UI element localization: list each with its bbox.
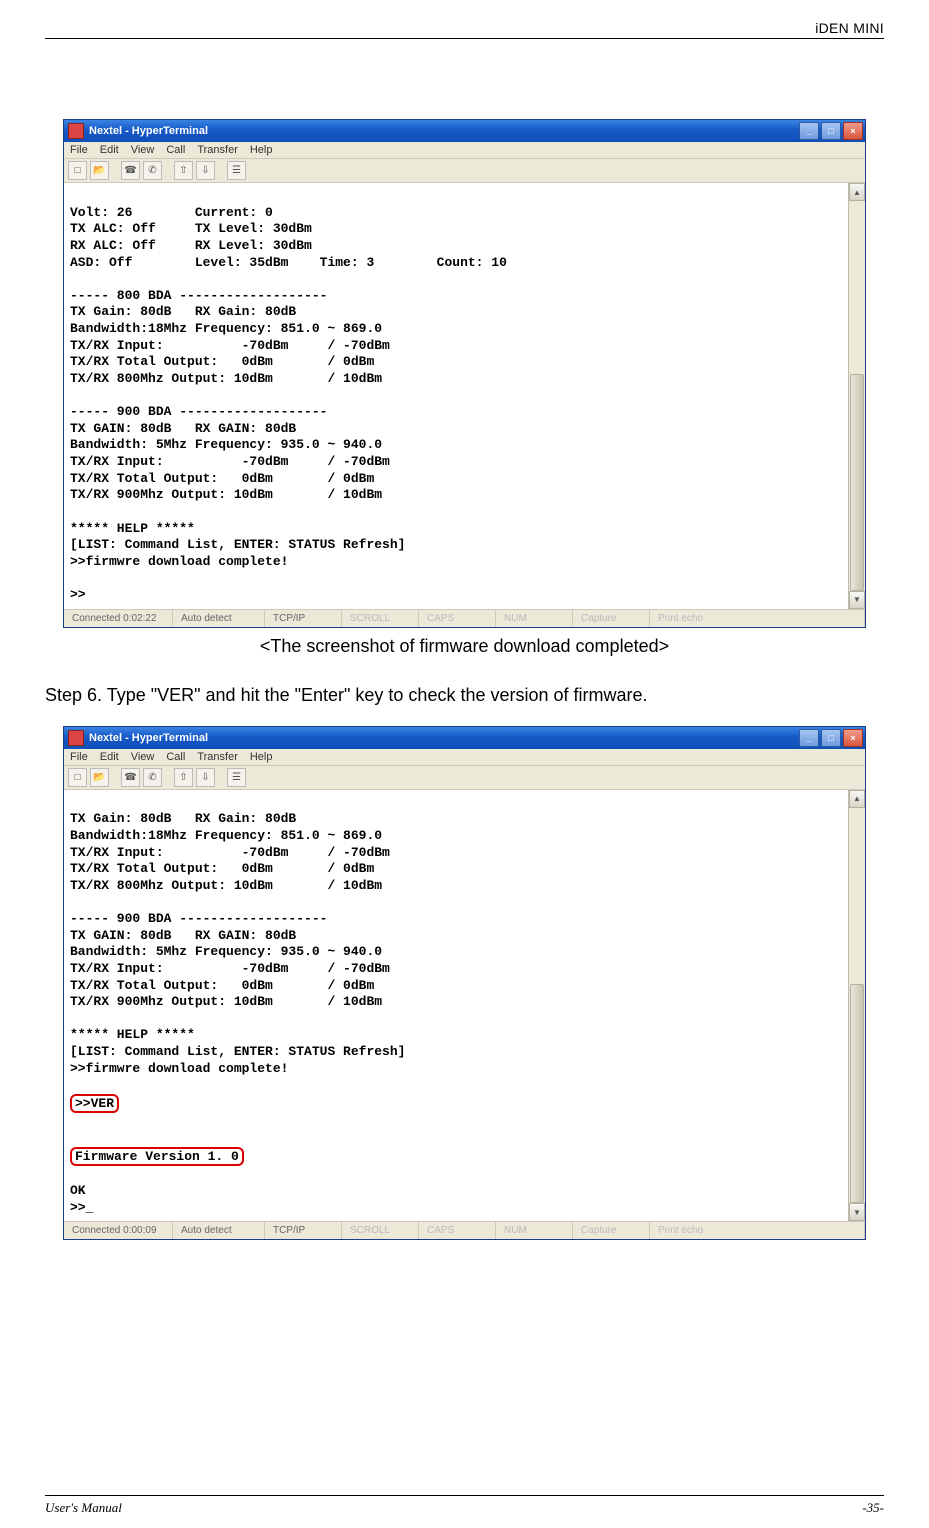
- menu-edit[interactable]: Edit: [100, 751, 119, 763]
- connect-icon[interactable]: ☎: [121, 161, 140, 180]
- status-caps: CAPS: [419, 610, 496, 627]
- hyperterminal-window-1: Nextel - HyperTerminal _ □ × File Edit V…: [63, 119, 866, 628]
- app-icon: [68, 123, 84, 139]
- connect-icon[interactable]: ☎: [121, 768, 140, 787]
- menu-file[interactable]: File: [70, 144, 88, 156]
- send-icon[interactable]: ⇧: [174, 768, 193, 787]
- receive-icon[interactable]: ⇩: [196, 161, 215, 180]
- menu-view[interactable]: View: [131, 751, 155, 763]
- status-num: NUM: [496, 610, 573, 627]
- status-autodetect: Auto detect: [173, 1222, 265, 1239]
- product-name: iDEN MINI: [815, 20, 884, 36]
- terminal-body: TX Gain: 80dB RX Gain: 80dB Bandwidth:18…: [64, 790, 865, 1222]
- new-icon[interactable]: □: [68, 161, 87, 180]
- close-button[interactable]: ×: [843, 729, 863, 747]
- page: iDEN MINI Nextel - HyperTerminal _ □ × F…: [0, 0, 929, 1528]
- status-printecho: Print echo: [650, 610, 865, 627]
- menu-file[interactable]: File: [70, 751, 88, 763]
- minimize-button[interactable]: _: [799, 122, 819, 140]
- status-capture: Capture: [573, 1222, 650, 1239]
- status-num: NUM: [496, 1222, 573, 1239]
- terminal-body: Volt: 26 Current: 0 TX ALC: Off TX Level…: [64, 183, 865, 609]
- window-buttons: _ □ ×: [799, 122, 865, 140]
- disconnect-icon[interactable]: ✆: [143, 768, 162, 787]
- firmware-version-highlight: Firmware Version 1. 0: [70, 1147, 244, 1167]
- title-bar[interactable]: Nextel - HyperTerminal _ □ ×: [64, 727, 865, 749]
- status-protocol: TCP/IP: [265, 1222, 342, 1239]
- scroll-thumb[interactable]: [850, 984, 864, 1204]
- status-caps: CAPS: [419, 1222, 496, 1239]
- send-icon[interactable]: ⇧: [174, 161, 193, 180]
- toolbar: □ 📂 ☎ ✆ ⇧ ⇩ ☰: [64, 159, 865, 183]
- toolbar: □ 📂 ☎ ✆ ⇧ ⇩ ☰: [64, 766, 865, 790]
- menu-help[interactable]: Help: [250, 751, 273, 763]
- status-connected: Connected 0:00:09: [64, 1222, 173, 1239]
- disconnect-icon[interactable]: ✆: [143, 161, 162, 180]
- menu-view[interactable]: View: [131, 144, 155, 156]
- terminal-text-pre: TX Gain: 80dB RX Gain: 80dB Bandwidth:18…: [70, 811, 405, 1075]
- status-printecho: Print echo: [650, 1222, 865, 1239]
- menu-call[interactable]: Call: [166, 751, 185, 763]
- vertical-scrollbar[interactable]: ▲ ▼: [848, 790, 865, 1222]
- ver-command-highlight: >>VER: [70, 1094, 119, 1114]
- scroll-track[interactable]: [849, 808, 865, 1204]
- scroll-track[interactable]: [849, 201, 865, 591]
- window-title: Nextel - HyperTerminal: [89, 732, 799, 744]
- status-scroll: SCROLL: [342, 1222, 419, 1239]
- minimize-button[interactable]: _: [799, 729, 819, 747]
- menu-edit[interactable]: Edit: [100, 144, 119, 156]
- footer-right: -35-: [862, 1500, 884, 1516]
- menu-call[interactable]: Call: [166, 144, 185, 156]
- close-button[interactable]: ×: [843, 122, 863, 140]
- status-protocol: TCP/IP: [265, 610, 342, 627]
- maximize-button[interactable]: □: [821, 122, 841, 140]
- maximize-button[interactable]: □: [821, 729, 841, 747]
- menu-bar: File Edit View Call Transfer Help: [64, 749, 865, 766]
- status-bar: Connected 0:00:09 Auto detect TCP/IP SCR…: [64, 1221, 865, 1239]
- terminal-output[interactable]: Volt: 26 Current: 0 TX ALC: Off TX Level…: [64, 183, 848, 609]
- title-bar[interactable]: Nextel - HyperTerminal _ □ ×: [64, 120, 865, 142]
- properties-icon[interactable]: ☰: [227, 161, 246, 180]
- receive-icon[interactable]: ⇩: [196, 768, 215, 787]
- window-title: Nextel - HyperTerminal: [89, 125, 799, 137]
- hyperterminal-window-2: Nextel - HyperTerminal _ □ × File Edit V…: [63, 726, 866, 1241]
- window-buttons: _ □ ×: [799, 729, 865, 747]
- scroll-up-icon[interactable]: ▲: [849, 183, 865, 201]
- page-footer: User's Manual -35-: [45, 1495, 884, 1516]
- open-icon[interactable]: 📂: [90, 768, 109, 787]
- properties-icon[interactable]: ☰: [227, 768, 246, 787]
- scroll-down-icon[interactable]: ▼: [849, 1203, 865, 1221]
- screenshot-caption-1: <The screenshot of firmware download com…: [45, 636, 884, 657]
- status-scroll: SCROLL: [342, 610, 419, 627]
- app-icon: [68, 730, 84, 746]
- scroll-thumb[interactable]: [850, 374, 864, 590]
- open-icon[interactable]: 📂: [90, 161, 109, 180]
- scroll-down-icon[interactable]: ▼: [849, 591, 865, 609]
- menu-bar: File Edit View Call Transfer Help: [64, 142, 865, 159]
- status-autodetect: Auto detect: [173, 610, 265, 627]
- scroll-up-icon[interactable]: ▲: [849, 790, 865, 808]
- terminal-output[interactable]: TX Gain: 80dB RX Gain: 80dB Bandwidth:18…: [64, 790, 848, 1222]
- status-bar: Connected 0:02:22 Auto detect TCP/IP SCR…: [64, 609, 865, 627]
- page-header: iDEN MINI: [45, 20, 884, 39]
- menu-transfer[interactable]: Transfer: [197, 751, 238, 763]
- terminal-text-post: OK >>_: [70, 1183, 93, 1215]
- menu-help[interactable]: Help: [250, 144, 273, 156]
- menu-transfer[interactable]: Transfer: [197, 144, 238, 156]
- vertical-scrollbar[interactable]: ▲ ▼: [848, 183, 865, 609]
- status-capture: Capture: [573, 610, 650, 627]
- footer-left: User's Manual: [45, 1500, 122, 1516]
- step-6-instruction: Step 6. Type "VER" and hit the "Enter" k…: [45, 685, 884, 706]
- new-icon[interactable]: □: [68, 768, 87, 787]
- status-connected: Connected 0:02:22: [64, 610, 173, 627]
